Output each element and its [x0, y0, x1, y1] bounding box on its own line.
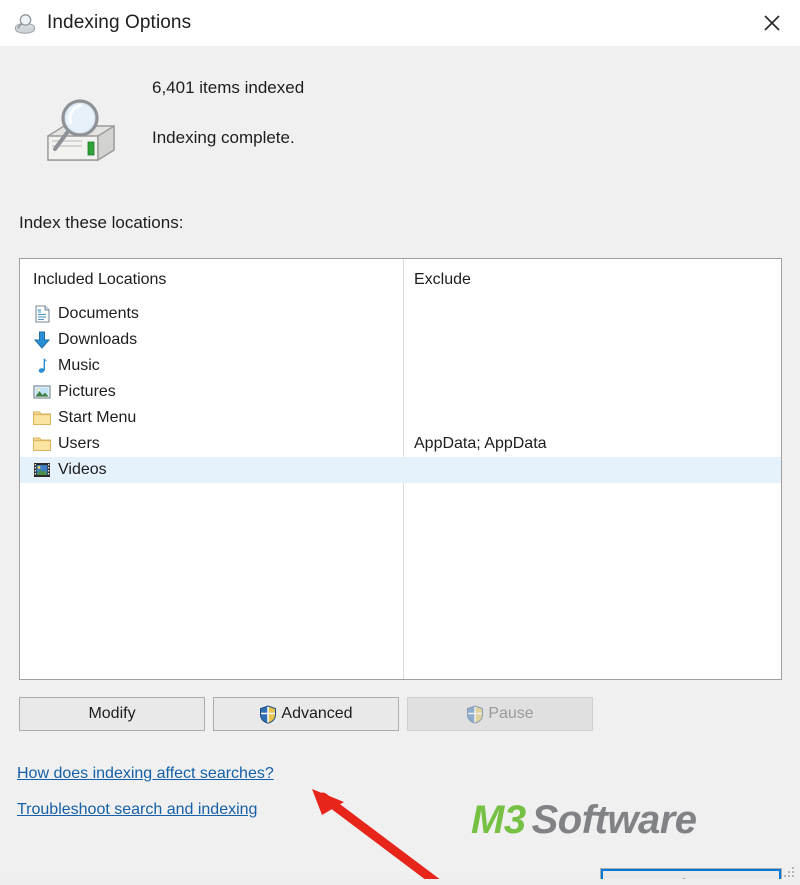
table-row[interactable]: Videos — [20, 457, 781, 483]
pause-button: Pause — [407, 697, 593, 731]
modify-button-label: Modify — [88, 705, 136, 722]
index-locations-label: Index these locations: — [19, 213, 184, 232]
index-status-block: 6,401 items indexed Indexing complete. — [0, 60, 800, 180]
advanced-button[interactable]: Advanced — [213, 697, 399, 731]
download-icon — [32, 330, 52, 350]
location-name: Pictures — [58, 383, 116, 400]
table-row[interactable]: Start Menu — [20, 405, 781, 431]
table-row[interactable]: Downloads — [20, 327, 781, 353]
table-row[interactable]: Documents — [20, 301, 781, 327]
document-icon — [32, 304, 52, 324]
indexing-options-dialog: Indexing Options 6,401 items indexed Ind… — [0, 0, 800, 885]
troubleshoot-search-and-indexing-link[interactable]: Troubleshoot search and indexing — [17, 801, 257, 819]
modify-button[interactable]: Modify — [19, 697, 205, 731]
advanced-button-label: Advanced — [281, 705, 353, 722]
watermark-brand: M3 — [471, 798, 526, 842]
how-indexing-affects-searches-link[interactable]: How does indexing affect searches? — [17, 765, 274, 783]
video-film-icon — [32, 460, 52, 480]
included-locations-list[interactable]: Included Locations Exclude Documents Down… — [19, 258, 782, 680]
table-row[interactable]: Pictures — [20, 379, 781, 405]
uac-shield-icon — [466, 704, 484, 724]
picture-icon — [32, 382, 52, 402]
index-state-text: Indexing complete. — [152, 128, 295, 147]
drive-search-icon — [12, 10, 38, 36]
resize-grip[interactable] — [782, 865, 796, 879]
location-name: Start Menu — [58, 409, 137, 426]
column-header-included-locations: Included Locations — [33, 271, 167, 288]
pause-button-label: Pause — [488, 705, 534, 722]
column-header-exclude: Exclude — [414, 271, 471, 288]
folder-icon — [32, 408, 52, 428]
watermark-word: Software — [531, 798, 697, 842]
watermark: M3 Software — [471, 798, 697, 843]
location-name: Music — [58, 357, 100, 374]
close-icon[interactable] — [744, 0, 800, 46]
location-exclude: AppData; AppData — [414, 435, 547, 452]
dialog-client-area: 6,401 items indexed Indexing complete. I… — [0, 46, 800, 885]
location-name: Users — [58, 435, 100, 452]
title-bar: Indexing Options — [0, 0, 800, 46]
music-note-icon — [32, 356, 52, 376]
location-rows: Documents Downloads Music Pictures Start Men… — [20, 301, 781, 483]
window-title: Indexing Options — [47, 12, 192, 33]
items-indexed-text: 6,401 items indexed — [152, 78, 305, 97]
location-name: Videos — [58, 461, 107, 478]
folder-icon — [32, 434, 52, 454]
location-name: Documents — [58, 305, 139, 322]
table-row[interactable]: Users AppData; AppData — [20, 431, 781, 457]
uac-shield-icon — [259, 704, 277, 724]
window-bottom-edge — [0, 879, 800, 885]
annotation-arrow-icon — [290, 781, 450, 885]
table-row[interactable]: Music — [20, 353, 781, 379]
drive-magnifier-icon — [38, 96, 122, 172]
location-name: Downloads — [58, 331, 138, 348]
